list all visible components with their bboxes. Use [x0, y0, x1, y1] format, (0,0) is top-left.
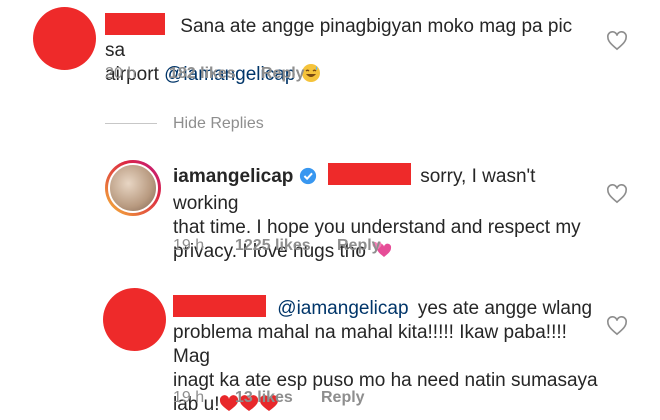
hide-replies-button[interactable]: Hide Replies — [173, 115, 264, 133]
reply-button[interactable]: Reply — [337, 237, 381, 255]
avatar-redacted[interactable] — [33, 7, 96, 70]
like-heart-icon[interactable] — [606, 316, 628, 336]
like-heart-icon[interactable] — [606, 31, 628, 51]
comment-body: yes ate angge wlang — [417, 298, 593, 319]
comment-body-line2: that time. I hope you understand and res… — [173, 217, 581, 238]
timestamp: 19 h — [173, 389, 205, 406]
username-link[interactable]: iamangelicap — [173, 166, 293, 187]
comment-meta: 19 h 13 likes Reply — [173, 389, 473, 409]
comment-body: Sana ate angge pinagbigyan moko mag pa p… — [105, 16, 573, 61]
comment-meta: 20 h 182 likes Reply — [105, 65, 405, 85]
avatar[interactable] — [105, 160, 161, 216]
timestamp: 20 h — [105, 65, 137, 82]
likes-count[interactable]: 13 likes — [235, 389, 293, 407]
redacted-username — [173, 295, 266, 317]
comment-meta: 19 h 1225 likes Reply — [173, 237, 473, 257]
hide-replies-row[interactable]: Hide Replies — [105, 115, 405, 135]
timestamp: 19 h — [173, 237, 205, 254]
mention-link[interactable]: @iamangelicap — [277, 298, 408, 319]
reply-button[interactable]: Reply — [261, 65, 305, 83]
likes-count[interactable]: 182 likes — [169, 65, 236, 83]
verified-badge-icon — [299, 167, 317, 192]
like-heart-icon[interactable] — [606, 184, 628, 204]
redacted-username — [105, 13, 165, 35]
comment-body-line3: inagt ka ate esp puso mo ha need natin s… — [173, 370, 598, 391]
likes-count[interactable]: 1225 likes — [235, 237, 311, 255]
redacted-username — [327, 163, 411, 185]
reply-button[interactable]: Reply — [321, 389, 365, 407]
comment-body-line2: problema mahal na mahal kita!!!!! Ikaw p… — [173, 322, 567, 367]
divider-line — [105, 123, 157, 124]
avatar-redacted[interactable] — [103, 288, 166, 351]
